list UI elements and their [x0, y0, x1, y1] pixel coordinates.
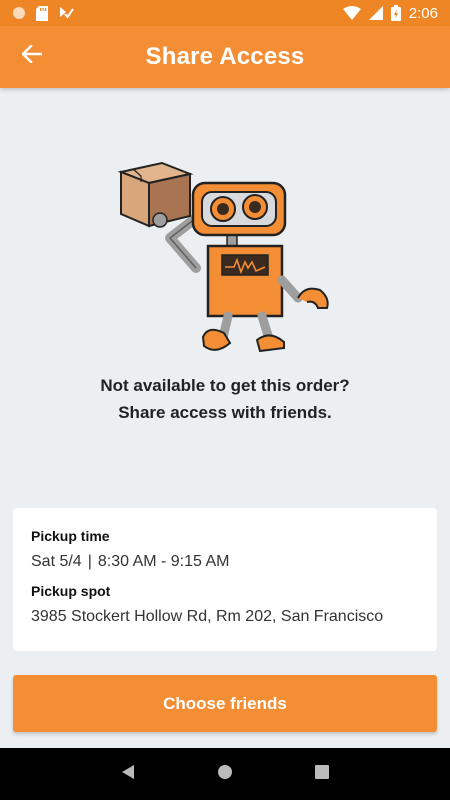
nav-back-button[interactable] [113, 759, 143, 789]
pickup-time-value: Sat 5/4 | 8:30 AM - 9:15 AM [31, 553, 419, 571]
status-time: 2:06 [408, 4, 438, 22]
order-details-card: Pickup time Sat 5/4 | 8:30 AM - 9:15 AM Pi… [13, 508, 437, 651]
wifi-icon [342, 6, 361, 20]
pickup-spot-value: 3985 Stockert Hollow Rd, Rm 202, San Fra… [31, 608, 384, 625]
message-line-2: Share access with friends. [118, 403, 332, 422]
circle-notification-icon [12, 6, 26, 20]
share-message: Not available to get this order? Share a… [0, 372, 450, 426]
pickup-spot-label: Pickup spot [31, 583, 111, 599]
sd-card-icon [36, 5, 48, 21]
back-button[interactable] [14, 38, 50, 74]
page-title: Share Access [145, 43, 305, 70]
status-bar: 2:06 [0, 0, 450, 26]
signal-icon [368, 6, 383, 20]
pickup-date: Sat 5/4 [31, 553, 82, 570]
back-triangle-icon [121, 764, 135, 785]
download-check-icon [58, 5, 74, 21]
app-bar: Share Access [0, 26, 450, 88]
pickup-time-label: Pickup time [31, 528, 110, 544]
status-left-icons [12, 5, 74, 21]
status-right-icons: 2:06 [342, 4, 438, 22]
nav-home-button[interactable] [210, 759, 240, 789]
nav-recents-button[interactable] [307, 759, 337, 789]
robot-illustration [100, 150, 340, 360]
recents-square-icon [314, 764, 329, 784]
pickup-separator: | [87, 553, 92, 570]
arrow-left-icon [21, 43, 43, 68]
home-circle-icon [217, 764, 233, 785]
battery-charging-icon [390, 5, 401, 21]
pickup-window: 8:30 AM - 9:15 AM [97, 553, 230, 570]
message-line-1: Not available to get this order? [100, 376, 350, 395]
system-nav-bar [0, 748, 450, 800]
choose-friends-button[interactable]: Choose friends [13, 675, 437, 732]
